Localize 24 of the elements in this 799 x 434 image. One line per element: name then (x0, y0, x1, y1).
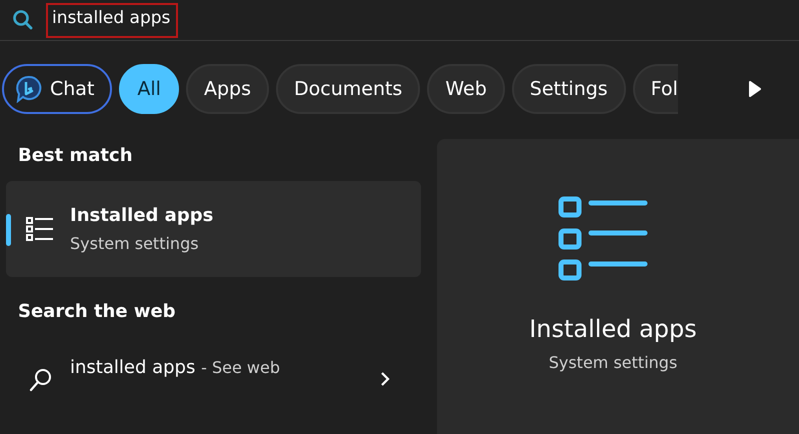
chevron-right-icon (380, 371, 390, 387)
selection-indicator (6, 214, 11, 246)
filter-chip[interactable]: Apps (186, 64, 269, 114)
section-heading: Search the web (17, 300, 177, 324)
preview-subtitle: System settings (548, 353, 678, 372)
result-item[interactable]: Installed apps System settings (6, 181, 421, 277)
result-subtitle: System settings (70, 234, 200, 253)
preview-title: Installed apps (529, 315, 697, 343)
filter-chip[interactable]: Chat (2, 64, 112, 114)
list-icon (26, 215, 54, 243)
filter-chip[interactable]: Settings (512, 64, 626, 114)
search-icon (28, 367, 54, 393)
section-heading: Best match (17, 144, 134, 168)
play-icon (748, 80, 762, 98)
filter-chip[interactable]: Fol (632, 64, 678, 114)
web-result-link[interactable]: installed apps - See web (70, 357, 350, 378)
list-icon (557, 195, 649, 281)
search-field[interactable]: installed apps (46, 2, 178, 38)
result-title: Installed apps (70, 205, 214, 226)
filter-chip[interactable]: Web (427, 64, 505, 114)
filter-chip[interactable]: All (119, 64, 179, 114)
filter-chip[interactable]: Documents (276, 64, 420, 114)
search-icon (12, 9, 34, 31)
chat-logo-icon (16, 75, 42, 103)
